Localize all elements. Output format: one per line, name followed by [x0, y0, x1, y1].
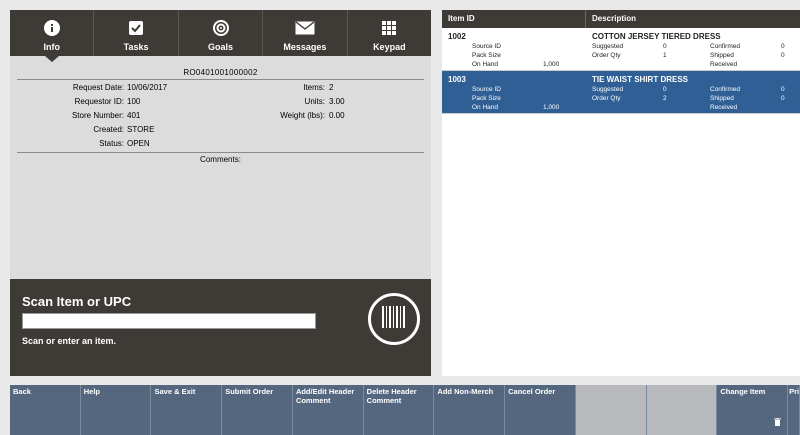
- comments-label: Comments:: [200, 155, 241, 164]
- scan-hint: Scan or enter an item.: [22, 336, 117, 346]
- tab-label: Tasks: [123, 42, 149, 52]
- source-id-label: Source ID: [472, 43, 501, 50]
- item-id: 1003: [448, 75, 466, 84]
- delete-header-comment-button[interactable]: Delete Header Comment: [363, 385, 435, 435]
- keypad-icon: [382, 19, 397, 37]
- info-icon: [43, 19, 60, 37]
- items-table: Item ID Description 1002 COTTON JERSEY T…: [442, 10, 800, 376]
- disabled-button-2: [646, 385, 718, 435]
- requestor-value: 100: [127, 97, 141, 106]
- action-toolbar: Back Help Save & Exit Submit Order Add/E…: [10, 385, 800, 435]
- store-number-value: 401: [127, 111, 141, 120]
- on-hand-value: 1,000: [543, 61, 560, 68]
- shipped-value: 0: [781, 52, 785, 59]
- shipped-label: Shipped: [710, 52, 734, 59]
- tab-label: Info: [43, 42, 60, 52]
- tab-tasks[interactable]: Tasks: [94, 10, 179, 56]
- scan-area: Scan Item or UPC Scan or enter an item.: [10, 279, 431, 376]
- help-button[interactable]: Help: [80, 385, 152, 435]
- change-item-label: Change Item: [720, 387, 766, 396]
- on-hand-value: 1,000: [543, 104, 560, 111]
- created-label: Created:: [93, 125, 124, 134]
- shipped-value: 0: [781, 95, 785, 102]
- tab-info[interactable]: Info: [10, 10, 95, 62]
- weight-value: 0.00: [329, 111, 345, 120]
- print-button[interactable]: Pri: [788, 385, 800, 435]
- confirmed-value: 0: [781, 86, 785, 93]
- table-row-selected[interactable]: 1003 TIE WAIST SHIRT DRESS Source ID Pac…: [442, 71, 800, 114]
- suggested-value: 0: [663, 86, 667, 93]
- document-number: RO0401001000002: [17, 56, 424, 80]
- scan-input[interactable]: [22, 313, 316, 329]
- envelope-icon: [295, 19, 315, 37]
- item-description: TIE WAIST SHIRT DRESS: [592, 75, 689, 84]
- tab-messages[interactable]: Messages: [263, 10, 348, 56]
- add-non-merch-button[interactable]: Add Non-Merch: [434, 385, 506, 435]
- save-exit-button[interactable]: Save & Exit: [151, 385, 223, 435]
- scan-title: Scan Item or UPC: [22, 294, 132, 309]
- table-row[interactable]: 1002 COTTON JERSEY TIERED DRESS Source I…: [442, 28, 800, 71]
- tab-keypad[interactable]: Keypad: [348, 10, 431, 56]
- request-date-value: 10/06/2017: [127, 83, 168, 92]
- units-value: 3.00: [329, 97, 345, 106]
- barcode-scan-button[interactable]: [368, 293, 420, 345]
- order-qty-label: Order Qty: [592, 52, 621, 59]
- item-id: 1002: [448, 32, 466, 41]
- column-header-description[interactable]: Description: [586, 10, 800, 28]
- on-hand-label: On Hand: [472, 104, 499, 111]
- order-qty-value: 1: [663, 52, 667, 59]
- column-header-item-id[interactable]: Item ID: [442, 10, 586, 28]
- order-qty-label: Order Qty: [592, 95, 621, 102]
- suggested-label: Suggested: [592, 43, 624, 50]
- submit-order-button[interactable]: Submit Order: [222, 385, 293, 435]
- status-value: OPEN: [127, 139, 150, 148]
- confirmed-value: 0: [781, 43, 785, 50]
- received-label: Received: [710, 104, 738, 111]
- tab-label: Keypad: [373, 42, 406, 52]
- tab-label: Goals: [208, 42, 234, 52]
- shipped-label: Shipped: [710, 95, 734, 102]
- nav-tabs: Info Tasks Goals Messages Keypad: [10, 10, 431, 62]
- store-number-label: Store Number:: [71, 111, 124, 120]
- on-hand-label: On Hand: [472, 61, 499, 68]
- items-value: 2: [329, 83, 334, 92]
- disabled-button-1: [575, 385, 647, 435]
- back-button[interactable]: Back: [10, 385, 81, 435]
- status-label: Status:: [99, 139, 124, 148]
- received-label: Received: [710, 61, 738, 68]
- trash-icon: [774, 418, 782, 429]
- suggested-label: Suggested: [592, 86, 624, 93]
- checkbox-icon: [129, 19, 144, 37]
- change-item-button[interactable]: Change Item: [717, 385, 789, 435]
- request-date-label: Request Date:: [72, 83, 124, 92]
- order-details: Request Date: 10/06/2017 Requestor ID: 1…: [17, 80, 424, 152]
- confirmed-label: Confirmed: [710, 86, 740, 93]
- tab-goals[interactable]: Goals: [179, 10, 264, 56]
- source-id-label: Source ID: [472, 86, 501, 93]
- created-value: STORE: [127, 125, 155, 134]
- add-edit-header-comment-button[interactable]: Add/Edit Header Comment: [292, 385, 364, 435]
- tab-label: Messages: [283, 42, 327, 52]
- confirmed-label: Confirmed: [710, 43, 740, 50]
- requestor-label: Requestor ID:: [74, 97, 124, 106]
- units-label: Units:: [304, 97, 325, 106]
- table-header: Item ID Description: [442, 10, 800, 28]
- pack-size-label: Pack Size: [472, 95, 501, 102]
- weight-label: Weight (lbs):: [280, 111, 325, 120]
- order-info-panel: Info Tasks Goals Messages Keypad RO04010…: [10, 10, 431, 376]
- barcode-icon: [381, 304, 407, 335]
- suggested-value: 0: [663, 43, 667, 50]
- pack-size-label: Pack Size: [472, 52, 501, 59]
- items-label: Items:: [303, 83, 325, 92]
- order-qty-value: 2: [663, 95, 667, 102]
- cancel-order-button[interactable]: Cancel Order: [505, 385, 576, 435]
- target-icon: [212, 19, 229, 37]
- item-description: COTTON JERSEY TIERED DRESS: [592, 32, 721, 41]
